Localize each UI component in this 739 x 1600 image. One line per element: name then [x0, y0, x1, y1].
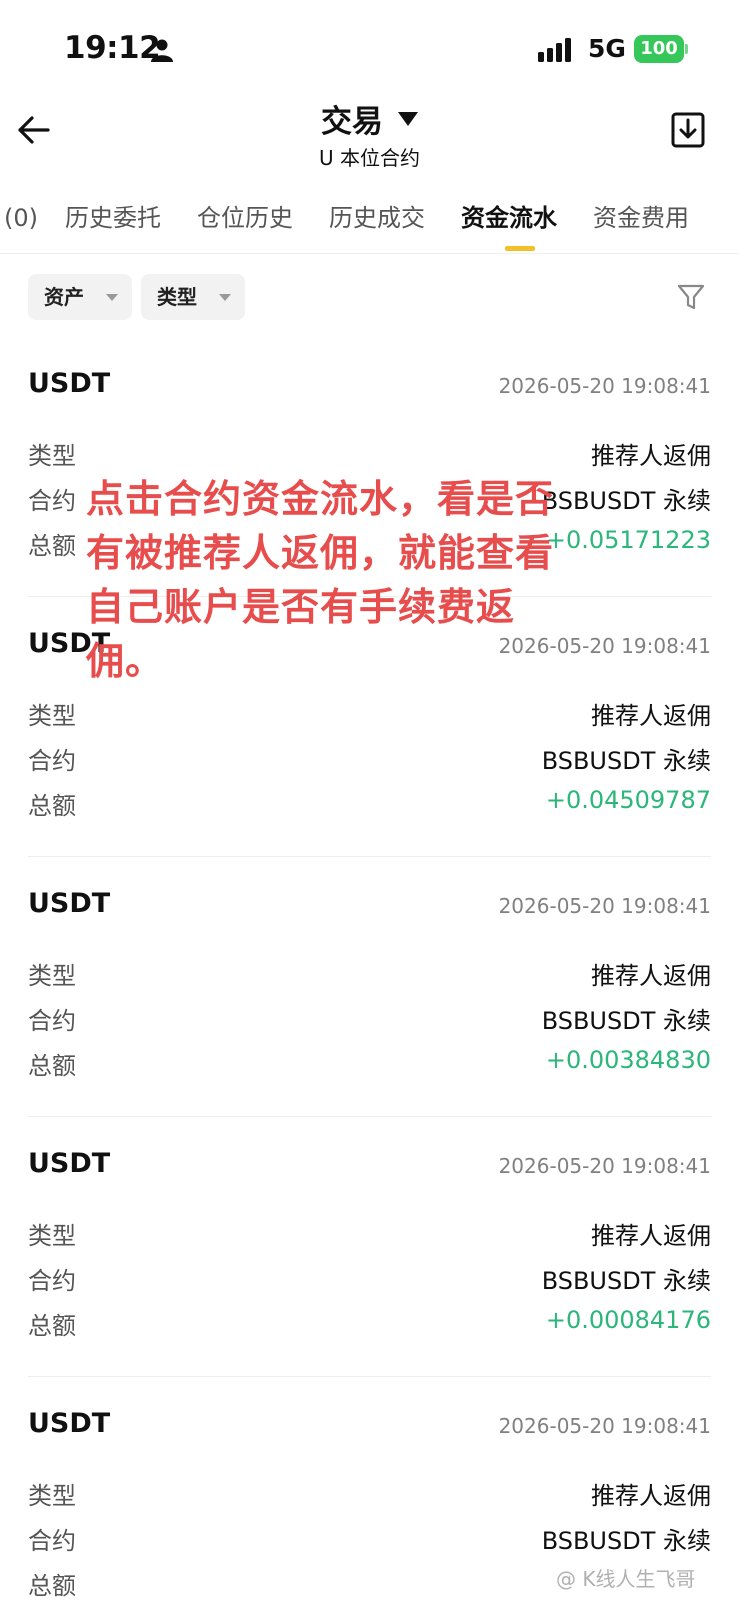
contract-label: 合约 — [28, 1267, 76, 1295]
type-value: 推荐人返佣 — [591, 962, 711, 990]
record-time: 2026-05-20 19:08:41 — [498, 1154, 711, 1178]
record-asset: USDT — [28, 888, 111, 919]
battery-level: 100 — [634, 35, 684, 63]
contract-value: BSBUSDT 永续 — [541, 487, 711, 515]
tab-order-history[interactable]: 历史委托 — [65, 196, 161, 254]
record-time: 2026-05-20 19:08:41 — [498, 1414, 711, 1438]
amount-value: +0.04509787 — [545, 786, 711, 814]
page-subtitle: U 本位合约 — [319, 146, 420, 170]
type-value: 推荐人返佣 — [591, 1222, 711, 1250]
type-value: 推荐人返佣 — [591, 702, 711, 730]
record-asset: USDT — [28, 1148, 111, 1179]
watermark: @ K线人生飞哥 — [556, 1567, 696, 1591]
amount-label: 总额 — [28, 1052, 76, 1080]
contract-value: BSBUSDT 永续 — [541, 747, 711, 775]
type-filter-label: 类型 — [157, 285, 197, 309]
tab-open-orders[interactable]: (0) — [4, 196, 38, 254]
asset-filter-button[interactable]: 资产 — [28, 274, 132, 320]
type-label: 类型 — [28, 1222, 76, 1250]
active-tab-indicator — [505, 246, 535, 251]
status-bar: 19:12 5G 100 — [0, 0, 739, 96]
amount-label: 总额 — [28, 532, 76, 560]
list-item[interactable]: USDT 2026-05-20 19:08:41 类型 推荐人返佣 合约 BSB… — [28, 888, 711, 1150]
contract-label: 合约 — [28, 1007, 76, 1035]
record-asset: USDT — [28, 1408, 111, 1439]
status-time: 19:12 — [64, 30, 161, 66]
type-value: 推荐人返佣 — [591, 1482, 711, 1510]
divider — [28, 1116, 711, 1117]
record-time: 2026-05-20 19:08:41 — [498, 894, 711, 918]
signal-icon — [538, 38, 571, 62]
tab-position-history[interactable]: 仓位历史 — [197, 196, 293, 254]
contract-label: 合约 — [28, 487, 76, 515]
title-selector[interactable]: 交易 — [0, 96, 739, 141]
caret-down-icon — [106, 294, 118, 301]
divider — [28, 1376, 711, 1377]
page-title[interactable]: 交易 — [321, 96, 383, 141]
battery-tip — [685, 44, 688, 54]
contract-value: BSBUSDT 永续 — [541, 1527, 711, 1555]
record-time: 2026-05-20 19:08:41 — [498, 374, 711, 398]
network-label: 5G — [588, 34, 626, 63]
type-label: 类型 — [28, 442, 76, 470]
divider — [28, 856, 711, 857]
person-icon — [151, 39, 173, 62]
contract-label: 合约 — [28, 1527, 76, 1555]
header: 交易 U 本位合约 — [0, 96, 739, 176]
list-item[interactable]: USDT 2026-05-20 19:08:41 类型 推荐人返佣 合约 BSB… — [28, 1148, 711, 1410]
amount-label: 总额 — [28, 792, 76, 820]
amount-value: +0.00084176 — [545, 1306, 711, 1334]
filter-icon[interactable] — [676, 282, 706, 312]
contract-value: BSBUSDT 永续 — [541, 1267, 711, 1295]
annotation-overlay: 点击合约资金流水，看是否有被推荐人返佣，就能查看自己账户是否有手续费返佣。 — [86, 477, 555, 683]
tab-funding-fee[interactable]: 资金费用 — [593, 196, 689, 254]
contract-label: 合约 — [28, 747, 76, 775]
caret-down-icon — [219, 294, 231, 301]
type-filter-button[interactable]: 类型 — [141, 274, 245, 320]
amount-label: 总额 — [28, 1572, 76, 1600]
amount-value: +0.00384830 — [545, 1046, 711, 1074]
asset-filter-label: 资产 — [44, 285, 84, 309]
tab-trade-history[interactable]: 历史成交 — [329, 196, 425, 254]
type-value: 推荐人返佣 — [591, 442, 711, 470]
screen: 19:12 5G 100 交易 U 本位合约 (0) 历史委托 仓位历史 历史成… — [0, 0, 739, 1600]
battery-indicator: 100 — [634, 35, 688, 63]
amount-label: 总额 — [28, 1312, 76, 1340]
download-icon[interactable] — [671, 112, 705, 148]
type-label: 类型 — [28, 1482, 76, 1510]
contract-value: BSBUSDT 永续 — [541, 1007, 711, 1035]
type-label: 类型 — [28, 702, 76, 730]
tab-bar: (0) 历史委托 仓位历史 历史成交 资金流水 资金费用 — [0, 196, 739, 254]
record-asset: USDT — [28, 368, 111, 399]
caret-down-icon[interactable] — [398, 111, 419, 126]
type-label: 类型 — [28, 962, 76, 990]
amount-value: +0.05171223 — [545, 526, 711, 554]
